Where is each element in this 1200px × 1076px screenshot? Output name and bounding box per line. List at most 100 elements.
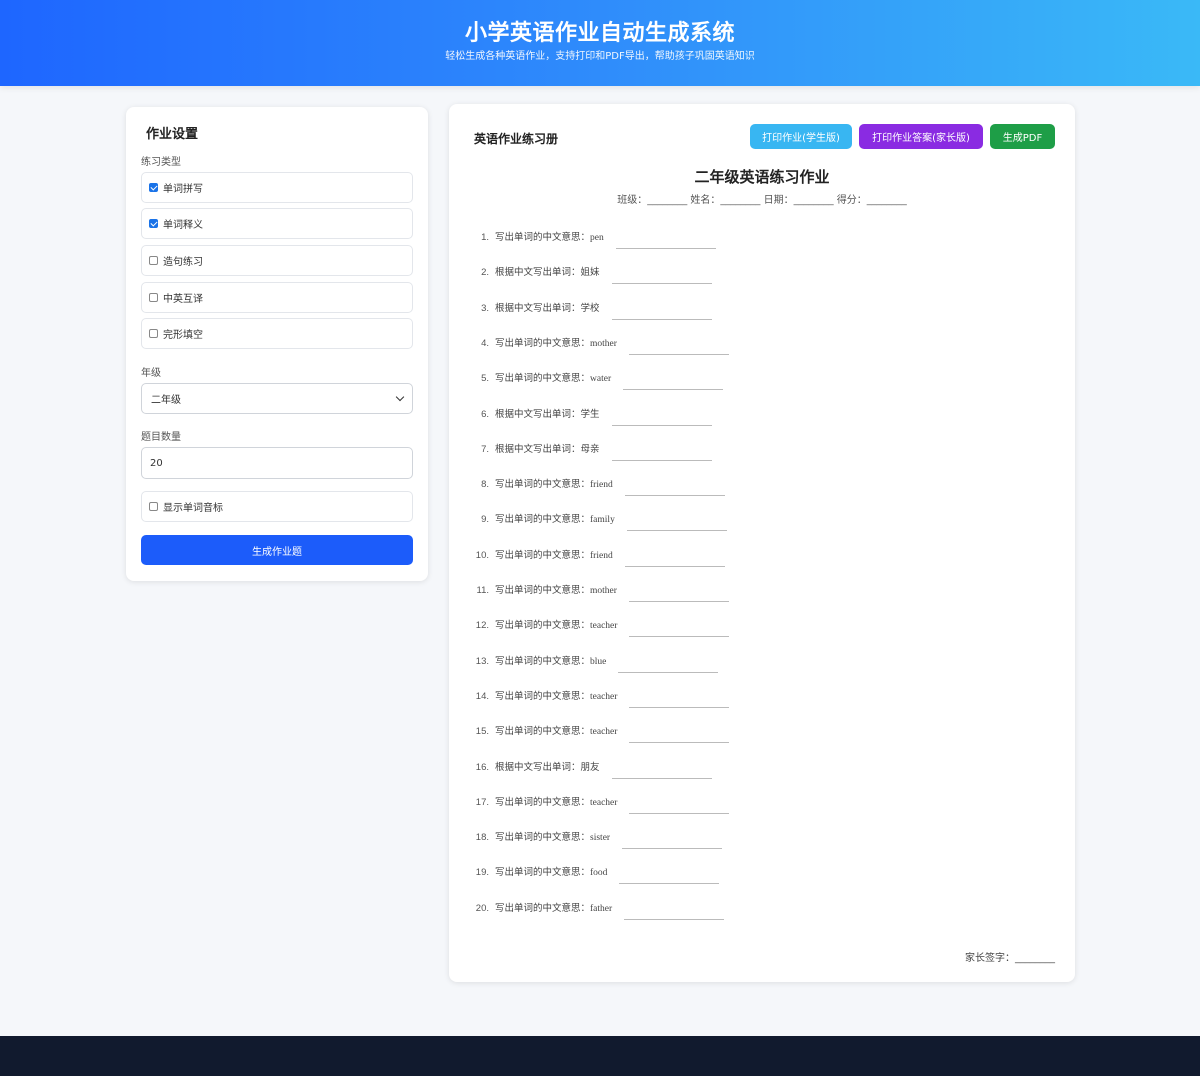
answer-line[interactable] — [611, 777, 712, 779]
question-text: 写出单词的中文意思：sister — [495, 829, 610, 843]
question-word: friend — [590, 550, 613, 561]
question-prompt: 写出单词的中文意思： — [495, 655, 591, 667]
type-option-label: 单词释义 — [163, 220, 203, 231]
question-item: 5. 写出单词的中文意思：water — [469, 368, 724, 391]
question-text: 根据中文写出单词：朋友 — [495, 759, 600, 773]
checkbox-icon[interactable] — [149, 183, 158, 192]
answer-line[interactable] — [624, 918, 725, 920]
question-count-input[interactable]: 20 — [141, 447, 413, 479]
answer-line[interactable] — [624, 495, 725, 497]
answer-line[interactable] — [626, 530, 727, 532]
answer-line[interactable] — [629, 742, 730, 744]
answer-line[interactable] — [611, 318, 712, 320]
question-number: 13. — [475, 655, 489, 667]
question-word: mother — [590, 338, 617, 349]
question-number: 12. — [475, 620, 489, 632]
question-word: teacher — [590, 797, 618, 808]
checkbox-icon[interactable] — [149, 329, 158, 338]
question-word: mother — [590, 586, 617, 596]
type-option-sentence[interactable]: 造句练习 — [141, 245, 413, 276]
workbook-panel: 英语作业练习册 打印作业(学生版) 打印作业答案(家长版) 生成PDF 二年级英… — [449, 104, 1075, 982]
answer-line[interactable] — [629, 812, 730, 814]
answer-line[interactable] — [611, 424, 712, 426]
question-item: 14. 写出单词的中文意思：teacher — [469, 686, 730, 708]
answer-line[interactable] — [623, 389, 724, 391]
question-number: 19. — [475, 867, 489, 879]
checkbox-icon[interactable] — [149, 293, 158, 302]
question-text: 根据中文写出单词：姐妹 — [495, 264, 600, 278]
answer-line[interactable] — [629, 636, 730, 638]
question-number: 3. — [481, 302, 489, 314]
checkbox-icon[interactable] — [149, 256, 158, 265]
question-text: 写出单词的中文意思：father — [495, 900, 612, 914]
question-text: 根据中文写出单词：学校 — [495, 300, 600, 314]
answer-line[interactable] — [624, 565, 725, 567]
page-title: 小学英语作业自动生成系统 — [464, 21, 735, 46]
type-option-meaning[interactable]: 单词释义 — [141, 208, 413, 239]
answer-line[interactable] — [622, 848, 723, 850]
question-prompt: 根据中文写出单词： — [495, 302, 581, 314]
phonetic-option[interactable]: 显示单词音标 — [141, 491, 413, 522]
answer-line[interactable] — [611, 283, 712, 285]
question-item: 12. 写出单词的中文意思：teacher — [469, 615, 730, 638]
answer-line[interactable] — [615, 248, 716, 249]
question-item: 2. 根据中文写出单词：姐妹 — [469, 262, 712, 285]
answer-line[interactable] — [629, 706, 730, 708]
question-number: 2. — [481, 267, 489, 279]
answer-line[interactable] — [628, 353, 729, 355]
question-item: 17. 写出单词的中文意思：teacher — [469, 792, 730, 814]
question-prompt: 写出单词的中文意思： — [495, 337, 591, 349]
type-option-translate[interactable]: 中英互译 — [141, 282, 413, 313]
question-item: 3. 根据中文写出单词：学校 — [469, 298, 712, 320]
print-parent-button[interactable]: 打印作业答案(家长版) — [859, 124, 983, 149]
question-number: 8. — [481, 479, 489, 491]
print-student-button[interactable]: 打印作业(学生版) — [750, 124, 852, 149]
question-word: 学生 — [580, 408, 600, 420]
type-option-spelling[interactable]: 单词拼写 — [141, 172, 413, 203]
answer-line[interactable] — [611, 459, 712, 461]
question-word: 学校 — [580, 302, 600, 314]
question-text: 写出单词的中文意思：blue — [495, 653, 606, 667]
question-item: 10. 写出单词的中文意思：friend — [469, 545, 725, 567]
type-option-cloze[interactable]: 完形填空 — [141, 318, 413, 349]
question-number: 5. — [481, 373, 489, 385]
question-item: 4. 写出单词的中文意思：mother — [469, 333, 729, 355]
question-prompt: 写出单词的中文意思： — [495, 902, 591, 914]
question-number: 9. — [481, 514, 489, 526]
answer-line[interactable] — [619, 883, 720, 885]
question-text: 写出单词的中文意思：food — [495, 864, 607, 878]
question-text: 写出单词的中文意思：water — [495, 370, 611, 384]
grade-select[interactable]: 二年级 — [141, 383, 413, 414]
question-word: blue — [590, 656, 607, 667]
checkbox-icon[interactable] — [149, 219, 158, 228]
question-item: 15. 写出单词的中文意思：teacher — [469, 721, 730, 744]
question-word: family — [590, 515, 615, 526]
question-number: 15. — [475, 726, 489, 738]
answer-line[interactable] — [628, 601, 729, 602]
question-prompt: 写出单词的中文意思： — [495, 796, 591, 808]
question-number: 7. — [481, 443, 489, 455]
question-number: 14. — [475, 690, 489, 702]
type-option-label: 单词拼写 — [163, 184, 203, 195]
question-text: 根据中文写出单词：学生 — [495, 406, 600, 420]
question-word: 母亲 — [580, 443, 600, 455]
question-number: 4. — [481, 337, 489, 349]
generate-pdf-button[interactable]: 生成PDF — [990, 124, 1055, 149]
question-prompt: 写出单词的中文意思： — [495, 232, 591, 243]
chevron-down-icon — [395, 392, 405, 402]
answer-line[interactable] — [618, 671, 719, 673]
question-text: 写出单词的中文意思：family — [495, 511, 615, 525]
checkbox-icon[interactable] — [149, 502, 158, 511]
page-footer — [0, 1036, 1200, 1076]
worksheet-title: 二年级英语练习作业 — [694, 168, 830, 186]
phonetic-option-label: 显示单词音标 — [163, 503, 223, 514]
question-text: 写出单词的中文意思：teacher — [495, 617, 617, 631]
generate-button[interactable]: 生成作业题 — [141, 535, 413, 565]
question-word: water — [590, 374, 612, 385]
settings-title: 作业设置 — [146, 127, 199, 142]
question-count-value: 20 — [150, 457, 163, 469]
question-text: 写出单词的中文意思：teacher — [495, 723, 617, 737]
settings-panel: 作业设置 练习类型 单词拼写 单词释义 造句练习 中英互译 完形填空 年级 二年… — [126, 107, 428, 581]
type-option-label: 完形填空 — [163, 330, 203, 341]
question-prompt: 写出单词的中文意思： — [495, 690, 591, 702]
